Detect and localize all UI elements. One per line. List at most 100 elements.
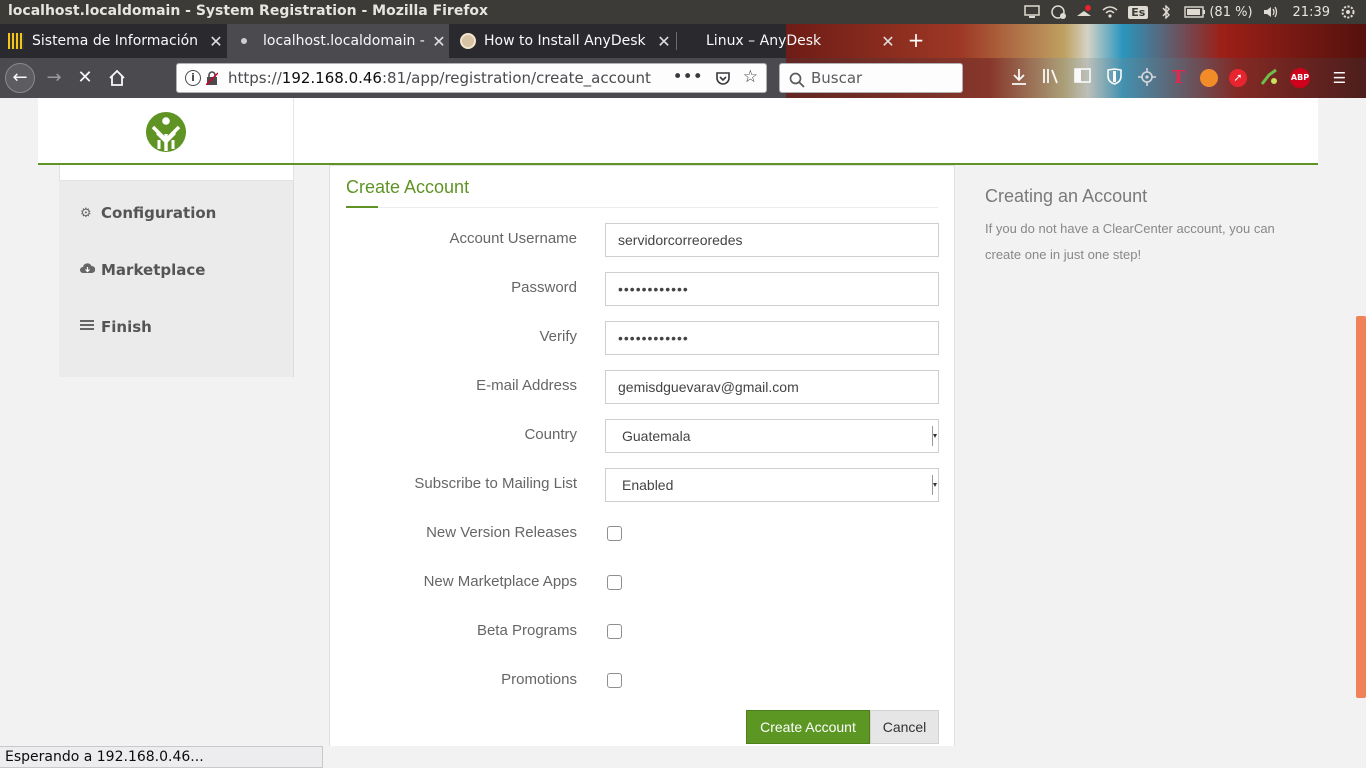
promotions-checkbox[interactable] <box>607 673 622 688</box>
close-icon[interactable]: ✕ <box>206 32 226 51</box>
new-tab-plus-icon[interactable]: + <box>906 30 926 50</box>
window-title: localhost.localdomain - System Registrat… <box>8 3 489 19</box>
new-version-checkbox[interactable] <box>607 526 622 541</box>
sidebar-icon[interactable] <box>1072 68 1093 88</box>
mailing-label: Subscribe to Mailing List <box>414 475 577 492</box>
page-scrollbar[interactable] <box>1354 98 1366 746</box>
cancel-button[interactable]: Cancel <box>870 710 939 744</box>
green-extension-icon[interactable] <box>1258 68 1279 88</box>
bluetooth-icon[interactable] <box>1158 4 1174 20</box>
verify-password-field[interactable]: •••••••••••• <box>605 321 939 355</box>
home-icon[interactable] <box>103 64 131 92</box>
clock[interactable]: 21:39 <box>1293 5 1330 20</box>
display-icon[interactable] <box>1024 5 1041 19</box>
form-row-beta: Beta Programs <box>330 615 956 649</box>
tab-localhost[interactable]: localhost.localdomain - ✕ <box>227 24 449 58</box>
form-row-country: Country Guatemala <box>330 419 956 453</box>
form-row-new-apps: New Marketplace Apps <box>330 566 956 600</box>
help-title: Creating an Account <box>985 186 1148 206</box>
url-scheme: https:// <box>228 69 282 87</box>
stop-loading-icon[interactable]: ✕ <box>71 64 99 92</box>
page-header <box>38 98 1318 165</box>
beta-programs-checkbox[interactable] <box>607 624 622 639</box>
email-field[interactable]: gemisdguevarav@gmail.com <box>605 370 939 404</box>
mail-indicator-icon[interactable] <box>1050 5 1067 19</box>
network-alert-icon[interactable] <box>1076 5 1092 19</box>
tab-separator <box>676 32 677 50</box>
tab-sistema[interactable]: Sistema de Información ✕ <box>0 24 226 58</box>
red-extension-icon[interactable]: ➚ <box>1229 69 1247 87</box>
back-arrow-icon[interactable]: ← <box>5 63 35 93</box>
country-select[interactable]: Guatemala <box>605 419 939 453</box>
panel-title: Create Account <box>346 177 470 197</box>
battery-indicator[interactable]: (81 %) <box>1184 5 1253 20</box>
bookmark-star-icon[interactable]: ☆ <box>743 67 758 92</box>
url-host: 192.168.0.46 <box>281 69 382 87</box>
sidebar-item-label: Finish <box>101 318 152 336</box>
settings-gear-icon[interactable] <box>1340 5 1356 19</box>
verify-label: Verify <box>539 328 577 345</box>
tab-label: How to Install AnyDesk <box>484 33 646 49</box>
search-icon <box>789 69 805 92</box>
orange-extension-icon[interactable] <box>1200 69 1218 87</box>
wizard-sidebar: ⚙ Configuration Marketplace Finish <box>59 181 294 377</box>
system-tray: Es (81 %) 21:39 <box>1024 2 1356 22</box>
crosshair-extension-icon[interactable] <box>1136 68 1157 88</box>
os-top-panel: localhost.localdomain - System Registrat… <box>0 0 1366 24</box>
sidebar-item-configuration[interactable]: ⚙ Configuration <box>80 202 216 224</box>
pocket-icon[interactable] <box>715 67 731 92</box>
password-field[interactable]: •••••••••••• <box>605 272 939 306</box>
form-row-username: Account Username servidorcorreoredes <box>330 223 956 257</box>
dropdown-arrow-icon <box>932 426 937 446</box>
site-favicon-icon <box>460 33 476 49</box>
tab-label: localhost.localdomain - <box>263 33 425 49</box>
create-account-panel: Create Account Account Username servidor… <box>329 165 955 746</box>
title-accent-underline <box>346 206 378 208</box>
adblock-plus-icon[interactable]: ABP <box>1290 68 1310 88</box>
username-field[interactable]: servidorcorreoredes <box>605 223 939 257</box>
list-icon <box>80 319 96 335</box>
form-row-mailing: Subscribe to Mailing List Enabled <box>330 468 956 502</box>
info-icon[interactable]: i <box>185 70 201 86</box>
mailing-select-value: Enabled <box>622 477 674 493</box>
new-version-label: New Version Releases <box>426 524 577 541</box>
close-icon[interactable]: ✕ <box>878 32 898 51</box>
forward-arrow-icon[interactable]: → <box>40 64 68 92</box>
tab-strip: Sistema de Información ✕ localhost.local… <box>0 24 1366 58</box>
tab-linux-anydesk[interactable]: Linux – AnyDesk ✕ <box>698 24 898 58</box>
url-actions: ••• ☆ <box>673 67 758 92</box>
country-select-value: Guatemala <box>622 428 691 444</box>
form-row-verify: Verify •••••••••••• <box>330 321 956 355</box>
promotions-label: Promotions <box>501 671 577 688</box>
privacy-badger-shield-icon[interactable] <box>1104 68 1125 88</box>
wifi-icon[interactable] <box>1102 5 1118 19</box>
library-icon[interactable] <box>1040 68 1061 88</box>
download-icon[interactable] <box>1008 68 1029 88</box>
search-bar[interactable]: Buscar <box>779 63 963 93</box>
tab-anydesk-howto[interactable]: How to Install AnyDesk ✕ <box>452 24 674 58</box>
volume-icon[interactable] <box>1263 5 1279 19</box>
insecure-lock-icon[interactable] <box>205 71 219 86</box>
sidebar-item-marketplace[interactable]: Marketplace <box>80 259 205 281</box>
tab-label: Sistema de Información <box>32 33 199 49</box>
toolbar-extensions: T ➚ ABP ☰ <box>1008 68 1350 88</box>
hamburger-menu-icon[interactable]: ☰ <box>1329 68 1350 88</box>
new-apps-label: New Marketplace Apps <box>423 573 577 590</box>
readability-t-icon[interactable]: T <box>1168 68 1189 88</box>
scrollbar-thumb[interactable] <box>1356 316 1366 698</box>
url-text: https://192.168.0.46:81/app/registration… <box>228 69 651 87</box>
mailing-list-select[interactable]: Enabled <box>605 468 939 502</box>
form-row-email: E-mail Address gemisdguevarav@gmail.com <box>330 370 956 404</box>
close-icon[interactable]: ✕ <box>654 32 674 51</box>
keyboard-language-indicator[interactable]: Es <box>1128 5 1149 19</box>
url-bar[interactable]: i https://192.168.0.46:81/app/registrati… <box>176 63 767 93</box>
sidebar-item-label: Marketplace <box>101 261 206 279</box>
close-icon[interactable]: ✕ <box>429 32 449 51</box>
create-account-button[interactable]: Create Account <box>746 710 870 744</box>
page-actions-icon[interactable]: ••• <box>673 67 703 92</box>
new-apps-checkbox[interactable] <box>607 575 622 590</box>
sidebar-item-finish[interactable]: Finish <box>80 316 152 338</box>
form-row-promotions: Promotions <box>330 664 956 698</box>
clearos-logo <box>146 112 186 152</box>
beta-label: Beta Programs <box>476 622 577 639</box>
